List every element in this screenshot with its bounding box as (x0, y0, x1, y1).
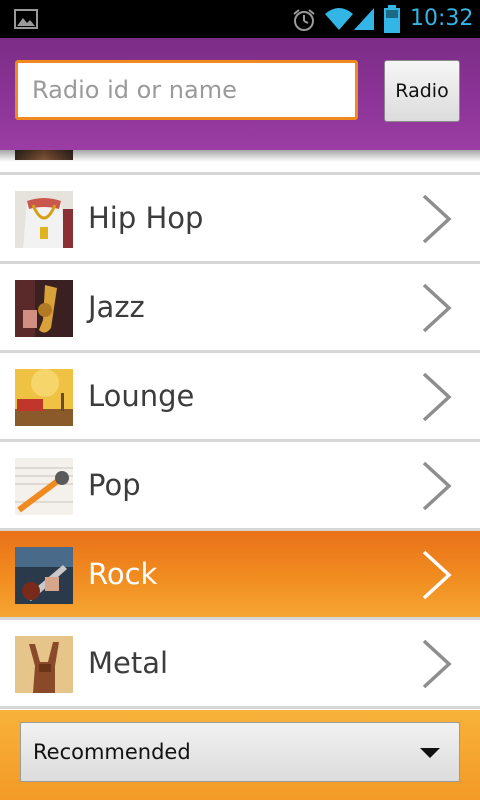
list-item-pop[interactable]: Pop (0, 442, 480, 531)
signal-icon (354, 8, 374, 30)
hip-hop-thumbnail (15, 191, 73, 248)
dropdown-arrow-icon (420, 748, 440, 758)
list-item-label: Metal (88, 646, 169, 680)
radio-search-input[interactable] (15, 60, 358, 120)
list-item-label: Jazz (88, 290, 145, 324)
chevron-right-icon (422, 194, 452, 244)
list-item-label: Lounge (88, 379, 195, 413)
list-item-lounge[interactable]: Lounge (0, 353, 480, 442)
status-bar: 10:32 (0, 0, 480, 38)
list-item-rock[interactable]: Rock (0, 531, 480, 620)
header-shadow (0, 150, 480, 162)
metal-thumbnail (15, 636, 73, 693)
dropdown-selected-value: Recommended (33, 740, 191, 764)
chevron-right-icon (422, 283, 452, 333)
lounge-thumbnail (15, 369, 73, 426)
alarm-clock-icon (293, 9, 315, 31)
bottom-bar: Recommended (0, 710, 480, 800)
list-item-label: Pop (88, 468, 141, 502)
gallery-icon (14, 9, 38, 29)
chevron-right-icon (422, 461, 452, 511)
chevron-right-icon (422, 372, 452, 422)
list-item-jazz[interactable]: Jazz (0, 264, 480, 353)
header: Radio (0, 38, 480, 150)
list-item-partial[interactable] (0, 150, 480, 175)
rock-thumbnail (15, 547, 73, 604)
chevron-right-icon (422, 550, 452, 600)
genre-list[interactable]: Hip Hop Jazz Lounge Pop Rock Metal (0, 150, 480, 710)
wifi-icon (325, 8, 353, 30)
pop-thumbnail (15, 458, 73, 515)
battery-icon (384, 5, 400, 33)
list-item-label: Hip Hop (88, 201, 204, 235)
clock: 10:32 (410, 6, 474, 31)
list-item-hip-hop[interactable]: Hip Hop (0, 175, 480, 264)
jazz-thumbnail (15, 280, 73, 337)
list-item-metal[interactable]: Metal (0, 620, 480, 709)
category-dropdown[interactable]: Recommended (20, 722, 460, 782)
radio-button[interactable]: Radio (384, 60, 460, 122)
chevron-right-icon (422, 639, 452, 689)
list-item-label: Rock (88, 557, 158, 591)
